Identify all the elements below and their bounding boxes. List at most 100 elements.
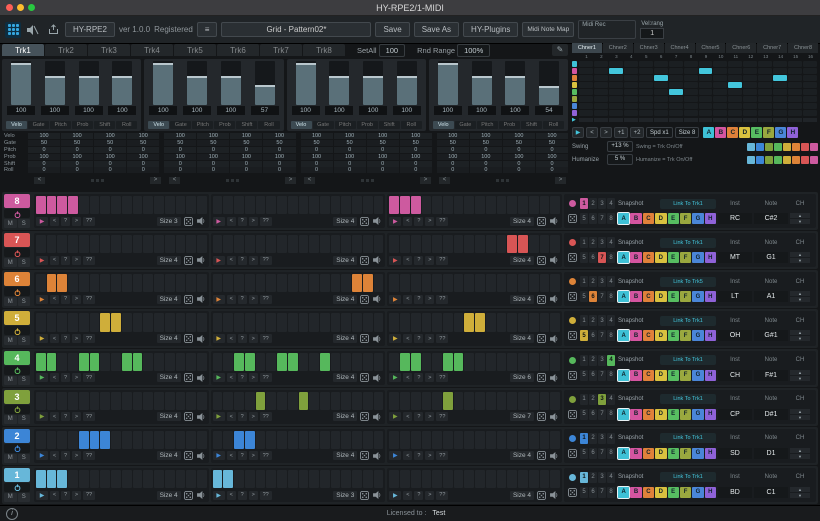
snapshot-letter-h[interactable]: H <box>704 330 716 342</box>
step-cell[interactable] <box>352 313 362 332</box>
speaker-icon[interactable] <box>196 334 207 343</box>
step-cell[interactable] <box>539 391 550 410</box>
param-value-cell[interactable]: 50 <box>197 140 230 147</box>
step-cell[interactable] <box>320 313 330 332</box>
lane-shift-right-button[interactable]: > <box>248 490 258 500</box>
dice-icon[interactable] <box>567 409 578 419</box>
param-tab-shift[interactable]: Shift <box>378 121 400 129</box>
step-cell[interactable] <box>36 274 46 293</box>
param-value-cell[interactable]: 100 <box>535 153 568 160</box>
step-cell[interactable] <box>46 235 57 254</box>
snapshot-letter-d[interactable]: D <box>655 291 667 303</box>
step-cell[interactable] <box>57 196 68 215</box>
lane-play-button[interactable]: ▶ <box>389 255 402 265</box>
page-left-button[interactable]: < <box>34 176 45 184</box>
chain-cell[interactable] <box>593 75 608 81</box>
param-value-cell[interactable]: 0 <box>366 167 399 174</box>
lane-size-selector[interactable]: Size 4 <box>509 490 535 500</box>
step-cell[interactable] <box>154 391 164 410</box>
pattern-slot-1[interactable]: 1 <box>580 354 588 366</box>
chain-cell[interactable] <box>638 68 653 74</box>
chainer-tab-3[interactable]: Chner3 <box>633 43 664 53</box>
pattern-slot-6[interactable]: 6 <box>589 408 597 420</box>
param-value-cell[interactable]: 100 <box>28 133 61 140</box>
pattern-slot-5[interactable]: 5 <box>580 330 588 342</box>
param-tab-velo[interactable]: Velo <box>148 121 170 129</box>
step-cell[interactable] <box>223 352 234 371</box>
note-value[interactable]: C1 <box>754 486 788 498</box>
humanize-toggle-trk6[interactable] <box>792 155 800 164</box>
pattern-slot-3[interactable]: 3 <box>598 198 606 210</box>
step-cell[interactable] <box>255 391 266 410</box>
snapshot-letter-e[interactable]: E <box>667 486 679 498</box>
param-value-cell[interactable]: 0 <box>94 160 127 167</box>
step-cell[interactable] <box>352 469 362 488</box>
snapshot-letter-c[interactable]: C <box>642 291 655 303</box>
dice-icon[interactable] <box>183 216 194 226</box>
chain-cell[interactable] <box>728 82 743 88</box>
track-tab-trk2[interactable]: Trk2 <box>45 44 87 56</box>
pattern-slot-3[interactable]: 3 <box>598 393 606 405</box>
lane-random-button[interactable]: ? <box>237 451 247 461</box>
lane-random-all-button[interactable]: ?? <box>83 373 95 383</box>
step-cell[interactable] <box>309 391 320 410</box>
pattern-slot-6[interactable]: 6 <box>589 330 597 342</box>
step-cell[interactable] <box>266 469 277 488</box>
step-cell[interactable] <box>244 313 255 332</box>
chainer-tab-1[interactable]: Chner1 <box>572 43 602 53</box>
chain-cell[interactable] <box>579 103 593 109</box>
dice-icon[interactable] <box>183 334 194 343</box>
lane-play-button[interactable]: ▶ <box>389 294 402 304</box>
note-value[interactable]: D1 <box>754 447 788 459</box>
chain-cell[interactable] <box>758 68 773 74</box>
pattern-letter-f[interactable]: F <box>763 127 775 138</box>
step-cell[interactable] <box>46 469 57 488</box>
chain-cell[interactable] <box>623 68 638 74</box>
pattern-slot-2[interactable]: 2 <box>589 237 597 249</box>
inst-value[interactable]: MT <box>718 252 752 264</box>
chain-position-cell[interactable] <box>638 118 653 122</box>
step-cell[interactable] <box>78 469 89 488</box>
param-value-cell[interactable]: 50 <box>61 140 94 147</box>
step-cell[interactable] <box>507 274 518 293</box>
link-to-track-button[interactable]: Link To Trk1 <box>660 394 716 405</box>
inst-value[interactable]: RC <box>718 213 752 225</box>
step-cell[interactable] <box>212 391 223 410</box>
step-cell[interactable] <box>453 313 464 332</box>
step-cell[interactable] <box>320 430 330 449</box>
step-cell[interactable] <box>341 430 352 449</box>
snapshot-letter-c[interactable]: C <box>642 213 655 225</box>
snapshot-letter-f[interactable]: F <box>679 447 692 459</box>
step-cell[interactable] <box>121 391 132 410</box>
step-cell[interactable] <box>464 469 475 488</box>
track-6-mute-button[interactable]: M <box>4 297 17 307</box>
lane-size-selector[interactable]: Size 4 <box>333 294 358 304</box>
step-cell[interactable] <box>373 274 384 293</box>
pattern-slot-3[interactable]: 3 <box>598 432 606 444</box>
snapshot-letter-h[interactable]: H <box>704 252 716 264</box>
chain-cell[interactable] <box>758 61 773 67</box>
snapshot-letter-a[interactable]: A <box>616 485 631 499</box>
speaker-icon[interactable] <box>549 256 560 265</box>
chain-cell[interactable] <box>653 89 668 95</box>
chain-cell[interactable] <box>623 75 638 81</box>
chain-position-cell[interactable] <box>803 118 817 122</box>
chain-cell[interactable] <box>773 89 788 95</box>
rnd-range-value[interactable]: 100% <box>457 43 491 57</box>
step-cell[interactable] <box>164 313 175 332</box>
pattern-slot-6[interactable]: 6 <box>589 213 597 225</box>
step-cell[interactable] <box>389 391 400 410</box>
step-cell[interactable] <box>36 469 46 488</box>
track-8-solo-button[interactable]: S <box>17 219 30 228</box>
chain-cell[interactable] <box>668 96 683 102</box>
param-value-cell[interactable]: 0 <box>94 146 127 153</box>
step-cell[interactable] <box>68 274 78 293</box>
step-cell[interactable] <box>320 391 330 410</box>
snapshot-letter-b[interactable]: B <box>630 369 642 381</box>
lane-play-button[interactable]: ▶ <box>212 412 225 422</box>
param-value-cell[interactable]: 0 <box>61 160 94 167</box>
step-cell[interactable] <box>443 235 453 254</box>
step-cell[interactable] <box>389 313 400 332</box>
track-4-power-button[interactable] <box>4 365 30 375</box>
param-value-cell[interactable]: 100 <box>61 153 94 160</box>
